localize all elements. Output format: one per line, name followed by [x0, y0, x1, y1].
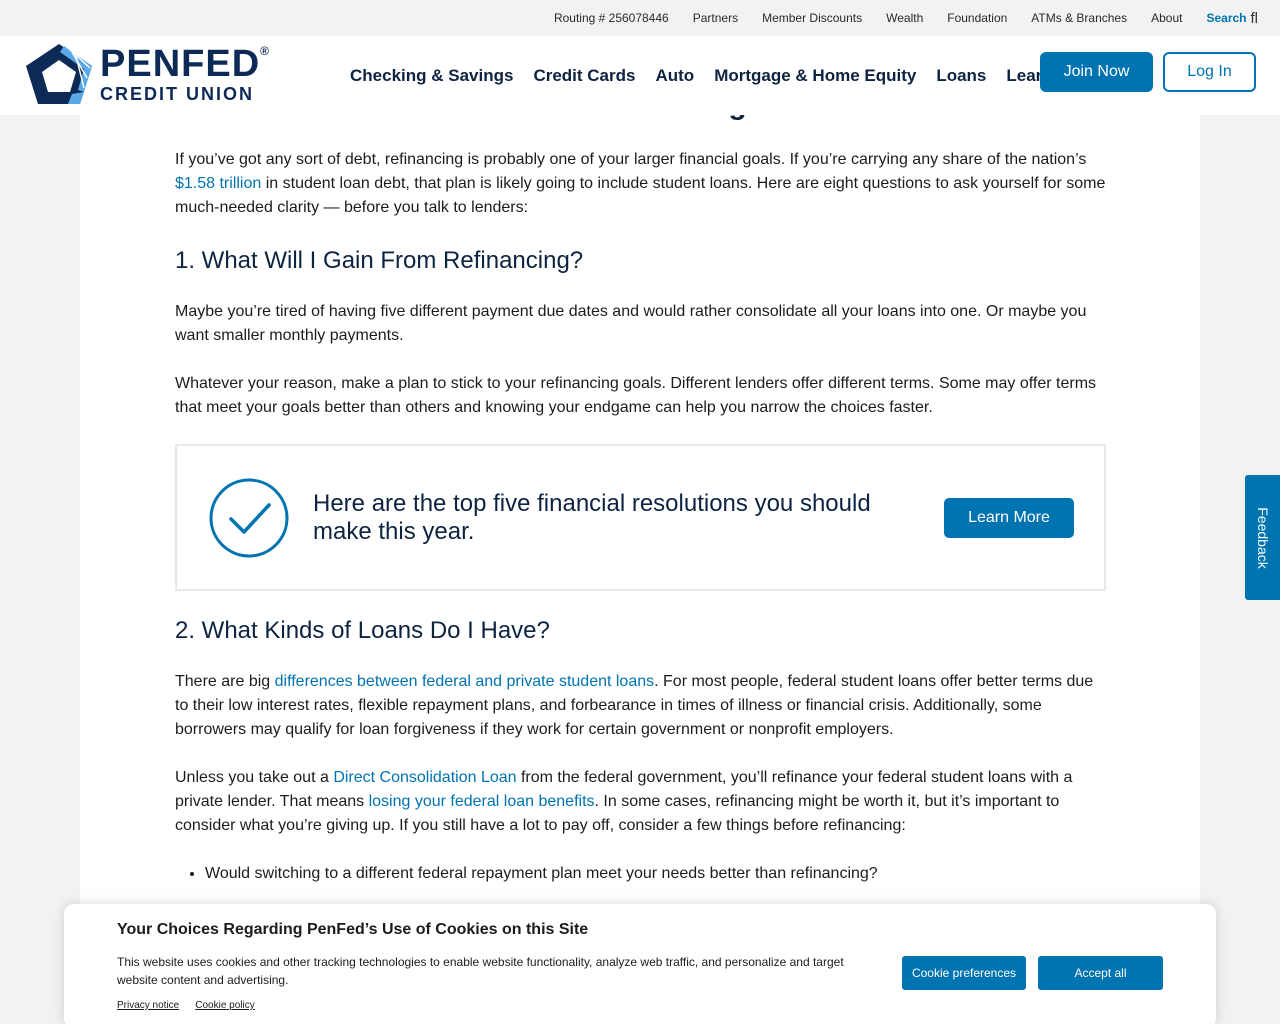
question-1-paragraph-2: Whatever your reason, make a plan to sti… — [175, 375, 1097, 416]
pentagon-logo-icon — [26, 44, 92, 104]
logo-wordmark: PENFED® CREDIT UNION — [100, 43, 270, 104]
direct-consolidation-loan-link[interactable]: Direct Consolidation Loan — [333, 769, 516, 786]
accept-all-button[interactable]: Accept all — [1038, 956, 1163, 990]
utility-link-wealth[interactable]: Wealth — [886, 11, 923, 25]
cookie-banner: Your Choices Regarding PenFed’s Use of C… — [64, 904, 1216, 1024]
federal-loan-benefits-link[interactable]: losing your federal loan benefits — [369, 793, 595, 810]
search-link[interactable]: Search fl — [1206, 10, 1258, 27]
feedback-tab[interactable]: Feedback — [1245, 475, 1280, 600]
article-container: What to Ask Yourself About Refinancing I… — [80, 0, 1200, 1024]
cookie-description: This website uses cookies and other trac… — [117, 955, 844, 987]
nav-checking-savings[interactable]: Checking & Savings — [350, 66, 513, 86]
utility-link-about[interactable]: About — [1151, 11, 1182, 25]
intro-paragraph: If you’ve got any sort of debt, refinanc… — [175, 151, 1106, 216]
primary-nav: Checking & Savings Credit Cards Auto Mor… — [340, 36, 1063, 115]
cookie-title: Your Choices Regarding PenFed’s Use of C… — [117, 921, 589, 938]
search-icon: fl — [1250, 9, 1259, 27]
utility-link-foundation[interactable]: Foundation — [947, 11, 1007, 25]
considerations-list: Would switching to a different federal r… — [175, 862, 1110, 886]
callout-text: Here are the top five financial resoluti… — [313, 490, 871, 545]
cookie-policy-link[interactable]: Cookie policy — [195, 1000, 254, 1011]
nav-mortgage-home-equity[interactable]: Mortgage & Home Equity — [714, 66, 916, 86]
question-2-heading: 2. What Kinds of Loans Do I Have? — [175, 617, 550, 644]
penfed-logo[interactable]: PENFED® CREDIT UNION — [24, 42, 270, 106]
resolutions-callout: Here are the top five financial resoluti… — [175, 444, 1106, 591]
question-1-heading: 1. What Will I Gain From Refinancing? — [175, 247, 584, 274]
checkmark-circle-icon — [209, 478, 289, 558]
cookie-links: Privacy notice Cookie policy — [117, 1000, 255, 1011]
routing-number: Routing # 256078446 — [553, 11, 669, 25]
nav-auto[interactable]: Auto — [655, 66, 694, 86]
question-2-paragraph-2: Unless you take out a Direct Consolidati… — [175, 769, 1073, 834]
log-in-button[interactable]: Log In — [1163, 52, 1256, 92]
question-2-paragraph-1: There are big differences between federa… — [175, 673, 1094, 738]
debt-statistic-link[interactable]: $1.58 trillion — [175, 175, 261, 192]
search-label: Search — [1206, 11, 1247, 25]
cookie-preferences-button[interactable]: Cookie preferences — [902, 956, 1026, 990]
utility-link-atms-branches[interactable]: ATMs & Branches — [1031, 11, 1127, 25]
list-item: Would switching to a different federal r… — [205, 862, 1110, 886]
question-1-paragraph-1: Maybe you’re tired of having five differ… — [175, 303, 1087, 344]
utility-link-partners[interactable]: Partners — [693, 11, 738, 25]
federal-vs-private-link[interactable]: differences between federal and private … — [275, 673, 655, 690]
nav-credit-cards[interactable]: Credit Cards — [533, 66, 635, 86]
privacy-notice-link[interactable]: Privacy notice — [117, 1000, 179, 1011]
join-now-button[interactable]: Join Now — [1040, 52, 1153, 92]
utility-bar: Routing # 256078446 Partners Member Disc… — [0, 0, 1280, 36]
nav-loans[interactable]: Loans — [936, 66, 986, 86]
main-header: PENFED® CREDIT UNION Checking & Savings … — [0, 36, 1280, 115]
learn-more-button[interactable]: Learn More — [944, 498, 1074, 538]
feedback-label: Feedback — [1254, 506, 1271, 569]
utility-link-member-discounts[interactable]: Member Discounts — [762, 11, 862, 25]
